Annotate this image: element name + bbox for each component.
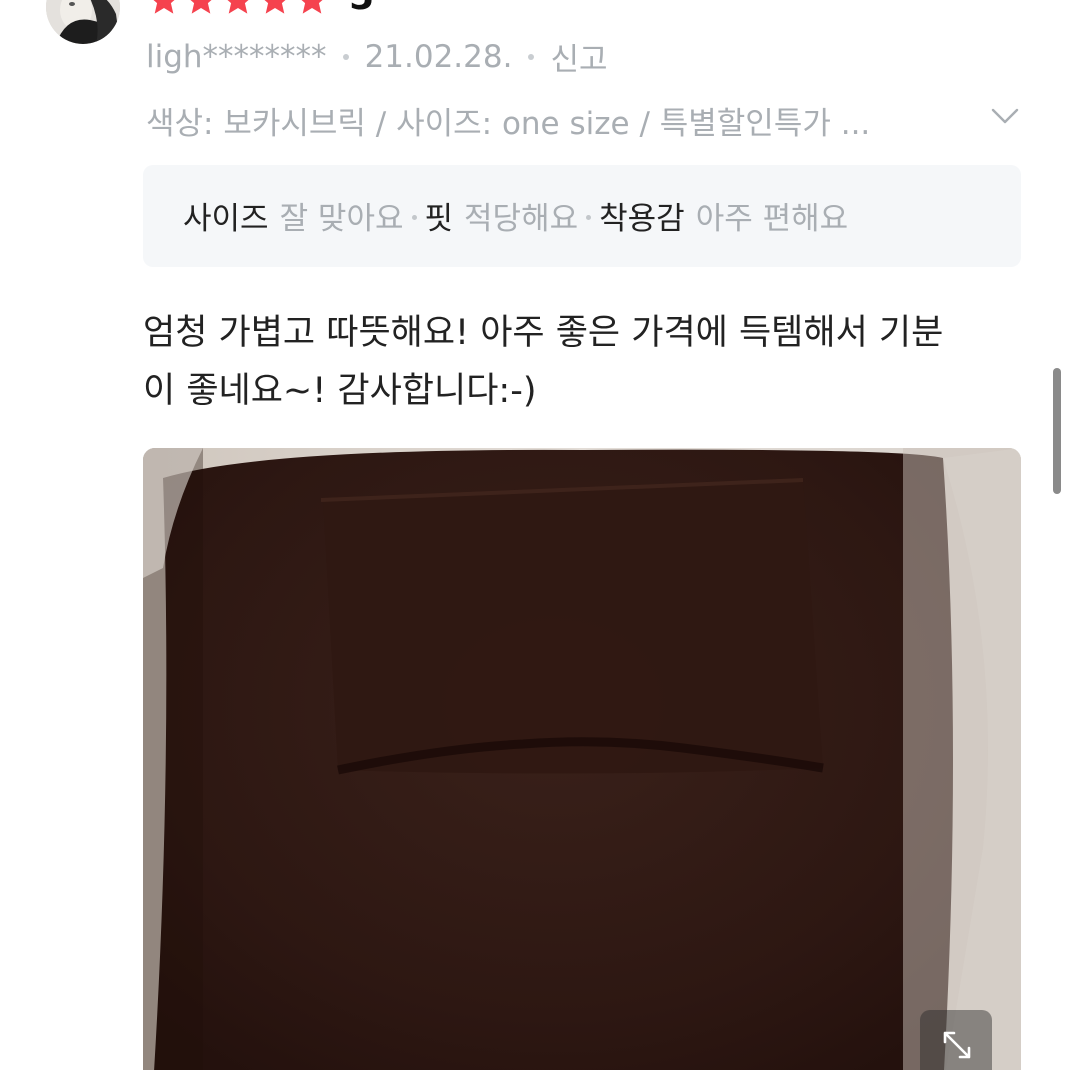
fit-size-value: 잘 맞아요	[279, 201, 404, 237]
rating-value: 5	[349, 0, 374, 16]
star-icon	[227, 0, 249, 14]
star-icon	[153, 0, 175, 14]
fit-fit-value: 적당해요	[464, 201, 579, 237]
fit-summary-line: 사이즈 잘 맞아요 핏 적당해요 착용감 아주 편해요	[183, 193, 848, 238]
chevron-down-icon[interactable]	[990, 106, 1020, 126]
separator-dot	[528, 53, 535, 60]
fit-comfort-label: 착용감	[599, 201, 685, 237]
fit-size-label: 사이즈	[183, 201, 269, 237]
avatar[interactable]	[46, 0, 120, 44]
fit-fit-label: 핏	[424, 201, 454, 237]
expand-button[interactable]	[920, 1010, 992, 1070]
review-page: 5 ligh******** 21.02.28. 신고 색상: 보카시브릭 / …	[0, 0, 1070, 1070]
star-icon	[264, 0, 286, 14]
purchase-options: 색상: 보카시브릭 / 사이즈: one size / 특별할인특가 ...	[146, 106, 871, 142]
reviewer-name: ligh********	[146, 38, 327, 75]
report-button[interactable]: 신고	[550, 34, 607, 79]
fit-comfort-value: 아주 편해요	[695, 201, 849, 237]
review-text: 엄청 가볍고 따뜻해요! 아주 좋은 가격에 득템해서 기분 이 좋네요~! 감…	[143, 304, 1033, 420]
separator-dot	[411, 215, 417, 220]
star-icon	[301, 0, 323, 14]
star-icon	[190, 0, 212, 14]
fit-summary: 사이즈 잘 맞아요 핏 적당해요 착용감 아주 편해요	[143, 165, 1021, 267]
review-photo[interactable]	[143, 448, 1021, 1070]
review-text-line: 엄청 가볍고 따뜻해요! 아주 좋은 가격에 득템해서 기분	[143, 313, 944, 353]
separator-dot	[586, 215, 592, 220]
separator-dot	[342, 53, 349, 60]
expand-icon	[943, 1031, 971, 1059]
scrollbar[interactable]	[1053, 368, 1061, 494]
star-rating: 5	[146, 0, 374, 18]
review-text-line: 이 좋네요~! 감사합니다:-)	[143, 371, 537, 411]
review-meta: ligh******** 21.02.28. 신고	[146, 34, 608, 79]
review-date: 21.02.28.	[364, 38, 513, 75]
